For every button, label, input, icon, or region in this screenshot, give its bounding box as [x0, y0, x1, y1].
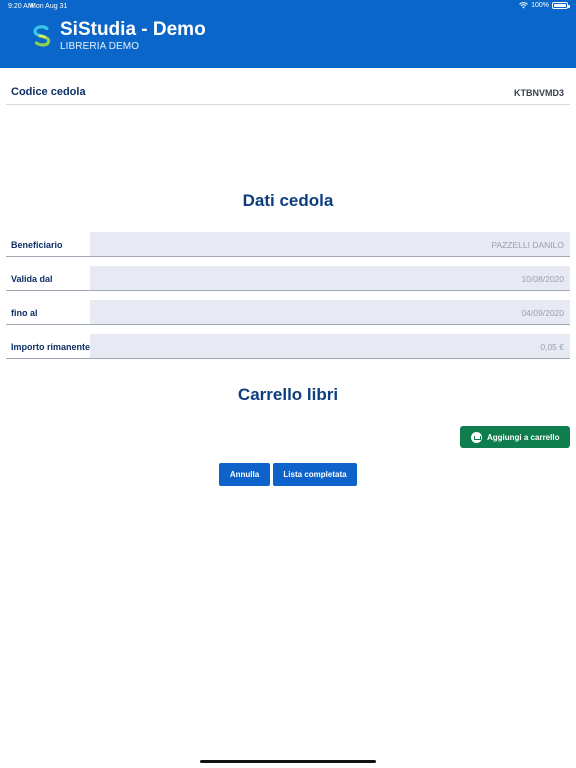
importo-rimanente-row: Importo rimanente 0,05 € — [6, 334, 570, 359]
sistudia-logo-icon — [33, 25, 51, 47]
cancel-button[interactable]: Annulla — [219, 463, 270, 486]
valida-dal-field: 10/08/2020 — [90, 266, 570, 290]
dati-cedola-title: Dati cedola — [242, 191, 334, 210]
add-to-cart-label: Aggiungi a carrello — [487, 432, 560, 442]
complete-list-button-label: Lista completata — [283, 470, 347, 479]
codice-cedola-row: Codice cedola KTBNVMD3 — [6, 80, 570, 105]
home-indicator[interactable] — [200, 760, 376, 763]
app-subtitle: LIBRERIA DEMO — [60, 41, 140, 52]
status-bar: 9:20 AM Mon Aug 31 100% — [0, 0, 576, 14]
battery-icon — [552, 2, 570, 9]
app-screen: 9:20 AM Mon Aug 31 100% SiStudia - Demo … — [0, 0, 576, 768]
beneficiario-row: Beneficiario PAZZELLI DANILO — [6, 232, 570, 257]
add-to-cart-button[interactable]: Aggiungi a carrello — [460, 426, 570, 448]
beneficiario-value: PAZZELLI DANILO — [491, 240, 564, 250]
carrello-libri-title: Carrello libri — [237, 385, 339, 404]
beneficiario-label: Beneficiario — [11, 240, 63, 250]
importo-rimanente-field: 0,05 € — [90, 334, 570, 358]
app-header: 9:20 AM Mon Aug 31 100% SiStudia - Demo … — [0, 0, 576, 68]
fino-al-label: fino al — [11, 308, 38, 318]
fino-al-field: 04/09/2020 — [90, 300, 570, 324]
status-date: Mon Aug 31 — [30, 3, 68, 10]
valida-dal-value: 10/08/2020 — [521, 274, 564, 284]
valida-dal-row: Valida dal 10/08/2020 — [6, 266, 570, 291]
valida-dal-label: Valida dal — [11, 274, 53, 284]
fino-al-value: 04/09/2020 — [521, 308, 564, 318]
complete-list-button[interactable]: Lista completata — [273, 463, 357, 486]
codice-cedola-value: KTBNVMD3 — [513, 88, 564, 98]
fino-al-row: fino al 04/09/2020 — [6, 300, 570, 325]
importo-rimanente-value: 0,05 € — [540, 342, 564, 352]
codice-cedola-label: Codice cedola — [11, 86, 86, 98]
cart-icon — [471, 431, 482, 443]
beneficiario-field: PAZZELLI DANILO — [90, 232, 570, 256]
status-right: 100% — [519, 2, 570, 9]
cancel-button-label: Annulla — [229, 470, 260, 479]
app-title: SiStudia - Demo — [60, 19, 206, 40]
importo-rimanente-label: Importo rimanente — [11, 342, 91, 352]
battery-text: 100% — [531, 2, 549, 9]
wifi-icon — [519, 2, 528, 9]
